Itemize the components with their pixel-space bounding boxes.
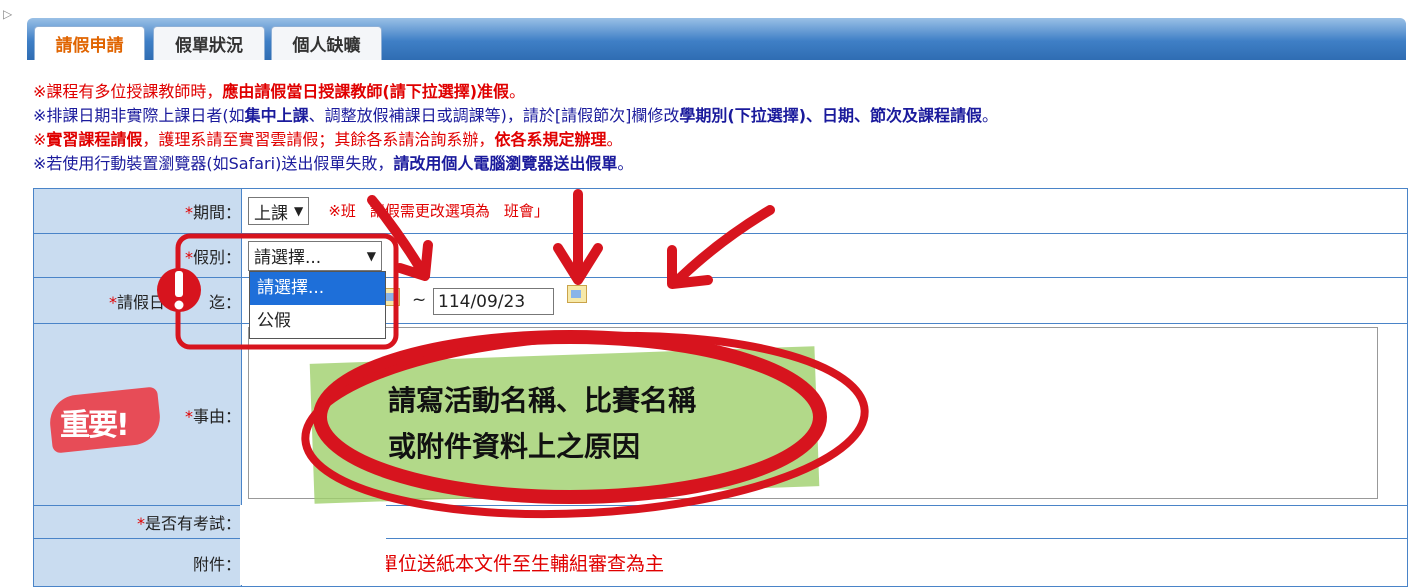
exclamation-icon xyxy=(157,268,201,312)
arrow-annotation xyxy=(675,205,775,283)
annotation-overlay xyxy=(175,189,869,519)
box-annotation xyxy=(175,233,399,350)
circle-annotation xyxy=(313,330,827,504)
